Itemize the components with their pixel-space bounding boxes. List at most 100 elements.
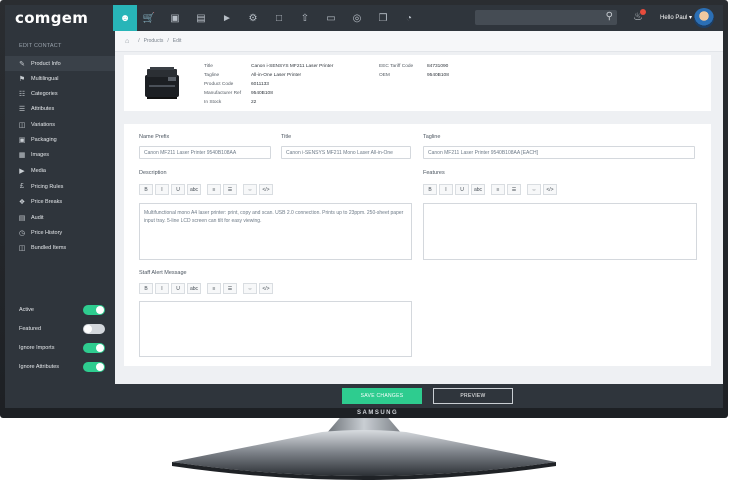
bold-button[interactable]: B — [139, 283, 153, 294]
tagline-input[interactable]: Canon MF211 Laser Printer 9540B108AA [EA… — [423, 146, 695, 159]
breadcrumb-products[interactable]: Products — [144, 38, 164, 44]
toggle-row-featured: Featured — [19, 323, 105, 335]
oem-value: 9540B108 — [427, 73, 449, 78]
sidebar-item-media[interactable]: ▶ Media — [5, 163, 115, 178]
pie-chart-icon[interactable]: ◔ — [397, 5, 421, 31]
sidebar-title: EDIT CONTACT — [19, 43, 62, 49]
link-button[interactable]: ⇔ — [243, 184, 257, 195]
name-prefix-input[interactable]: Canon MF211 Laser Printer 9540B108AA — [139, 146, 271, 159]
code-button[interactable]: </> — [259, 283, 273, 294]
description-editor[interactable]: Multifunctional mono A4 laser printer: p… — [139, 203, 412, 260]
underline-button[interactable]: U — [455, 184, 469, 195]
sidebar-item-pricing-rules[interactable]: £ Pricing Rules — [5, 179, 115, 194]
sidebar-item-packaging[interactable]: ▣ Packaging — [5, 132, 115, 147]
strikethrough-button[interactable]: abc — [187, 184, 201, 195]
sidebar-item-audit[interactable]: ▤ Audit — [5, 210, 115, 225]
features-label: Features — [423, 170, 445, 176]
title-input[interactable]: Canon i-SENSYS MF211 Mono Laser All-in-O… — [281, 146, 411, 159]
sidebar-item-bundled-items[interactable]: ◫ Bundled Items — [5, 240, 115, 255]
strikethrough-button[interactable]: abc — [187, 283, 201, 294]
italic-button[interactable]: I — [155, 283, 169, 294]
sidebar-item-price-breaks[interactable]: ❖ Price Breaks — [5, 194, 115, 209]
ordered-list-button[interactable]: ☰ — [223, 283, 237, 294]
sidebar-item-multilingual[interactable]: ⚑ Multilingual — [5, 71, 115, 86]
app-logo[interactable]: comgem — [15, 9, 88, 27]
globe-icon[interactable]: ◎ — [345, 5, 369, 31]
user-greeting[interactable]: Hello Paul ▾ — [660, 14, 692, 21]
gear-icon[interactable]: ⚙ — [241, 5, 265, 31]
unordered-list-button[interactable]: ≡ — [207, 184, 221, 195]
bold-button[interactable]: B — [423, 184, 437, 195]
name-prefix-label: Name Prefix — [139, 134, 170, 140]
toggle-row-ignore-attributes: Ignore Attributes — [19, 361, 105, 373]
tv-stand — [172, 430, 556, 480]
clipboard-icon[interactable]: ▤ — [189, 5, 213, 31]
sidebar-item-product-info[interactable]: ✎ Product Info — [5, 56, 115, 71]
staff-alert-toolbar: B I U abc ≡ ☰ ⇔ </> — [139, 283, 273, 295]
megaphone-icon[interactable]: ► — [215, 5, 239, 31]
action-bar: SAVE CHANGES PREVIEW — [115, 384, 723, 408]
underline-button[interactable]: U — [171, 184, 185, 195]
sitemap-icon: ☷ — [18, 90, 26, 98]
eec-tariff-value: 84731090 — [427, 64, 449, 69]
history-icon: ◷ — [18, 229, 26, 237]
flag-icon: ⚑ — [18, 75, 26, 83]
upload-icon[interactable]: ⇧ — [293, 5, 317, 31]
briefcase-icon[interactable]: ▣ — [163, 5, 187, 31]
features-editor[interactable] — [423, 203, 697, 260]
product-summary-card: Title Canon i-SENSYS MF211 Laser Printer … — [124, 55, 711, 111]
copy-icon[interactable]: ❐ — [371, 5, 395, 31]
tv-bezel: comgem ☻ 🛒 ▣ ▤ ► ⚙ □ ⇧ ▭ ◎ ❐ ◔ ⚲ ♨ Hello… — [0, 0, 728, 418]
sidebar-item-categories[interactable]: ☷ Categories — [5, 86, 115, 101]
bold-button[interactable]: B — [139, 184, 153, 195]
edit-icon: ✎ — [19, 60, 25, 68]
preview-button[interactable]: PREVIEW — [433, 388, 513, 404]
product-title-value: Canon i-SENSYS MF211 Laser Printer — [251, 64, 334, 69]
description-toolbar: B I U abc ≡ ☰ ⇔ </> — [139, 184, 273, 196]
link-button[interactable]: ⇔ — [527, 184, 541, 195]
ignore-attributes-toggle[interactable] — [83, 362, 105, 372]
staff-alert-editor[interactable] — [139, 301, 412, 357]
toggle-row-active: Active — [19, 304, 105, 316]
user-icon[interactable]: ☻ — [113, 5, 137, 31]
product-details-right: EEC Tariff Code 84731090 OEM 9540B108 — [379, 64, 449, 78]
product-image — [145, 67, 179, 99]
features-toolbar: B I U abc ≡ ☰ ⇔ </> — [423, 184, 557, 196]
breadcrumb: ⌂ / Products / Edit — [115, 31, 723, 52]
link-button[interactable]: ⇔ — [243, 283, 257, 294]
folder-icon[interactable]: □ — [267, 5, 291, 31]
monitor-icon[interactable]: ▭ — [319, 5, 343, 31]
variations-icon: ◫ — [18, 121, 26, 129]
strikethrough-button[interactable]: abc — [471, 184, 485, 195]
search-input[interactable]: ⚲ — [475, 10, 617, 25]
ordered-list-button[interactable]: ☰ — [223, 184, 237, 195]
edit-form-card: Name Prefix Canon MF211 Laser Printer 95… — [124, 124, 711, 366]
code-button[interactable]: </> — [543, 184, 557, 195]
avatar[interactable] — [694, 8, 714, 28]
breadcrumb-edit: Edit — [172, 38, 182, 44]
ordered-list-button[interactable]: ☰ — [507, 184, 521, 195]
sidebar-item-variations[interactable]: ◫ Variations — [5, 117, 115, 132]
italic-button[interactable]: I — [439, 184, 453, 195]
sidebar-item-price-history[interactable]: ◷ Price History — [5, 225, 115, 240]
sidebar-item-attributes[interactable]: ☰ Attributes — [5, 101, 115, 116]
staff-alert-label: Staff Alert Message — [139, 270, 187, 276]
code-button[interactable]: </> — [259, 184, 273, 195]
underline-button[interactable]: U — [171, 283, 185, 294]
product-tagline-value: All-in-One Laser Printer — [251, 73, 302, 78]
unordered-list-button[interactable]: ≡ — [491, 184, 505, 195]
search-icon[interactable]: ⚲ — [606, 11, 613, 22]
tag-icon: ❖ — [18, 198, 26, 206]
italic-button[interactable]: I — [155, 184, 169, 195]
home-icon[interactable]: ⌂ — [125, 38, 129, 45]
ignore-imports-toggle[interactable] — [83, 343, 105, 353]
sidebar-item-images[interactable]: ▦ Images — [5, 147, 115, 162]
description-label: Description — [139, 170, 167, 176]
featured-toggle[interactable] — [83, 324, 105, 334]
tv-brand-label: SAMSUNG — [357, 410, 399, 416]
product-details-left: Title Canon i-SENSYS MF211 Laser Printer … — [204, 64, 334, 105]
active-toggle[interactable] — [83, 305, 105, 315]
unordered-list-button[interactable]: ≡ — [207, 283, 221, 294]
save-changes-button[interactable]: SAVE CHANGES — [342, 388, 422, 404]
cart-icon[interactable]: 🛒 — [137, 5, 161, 31]
